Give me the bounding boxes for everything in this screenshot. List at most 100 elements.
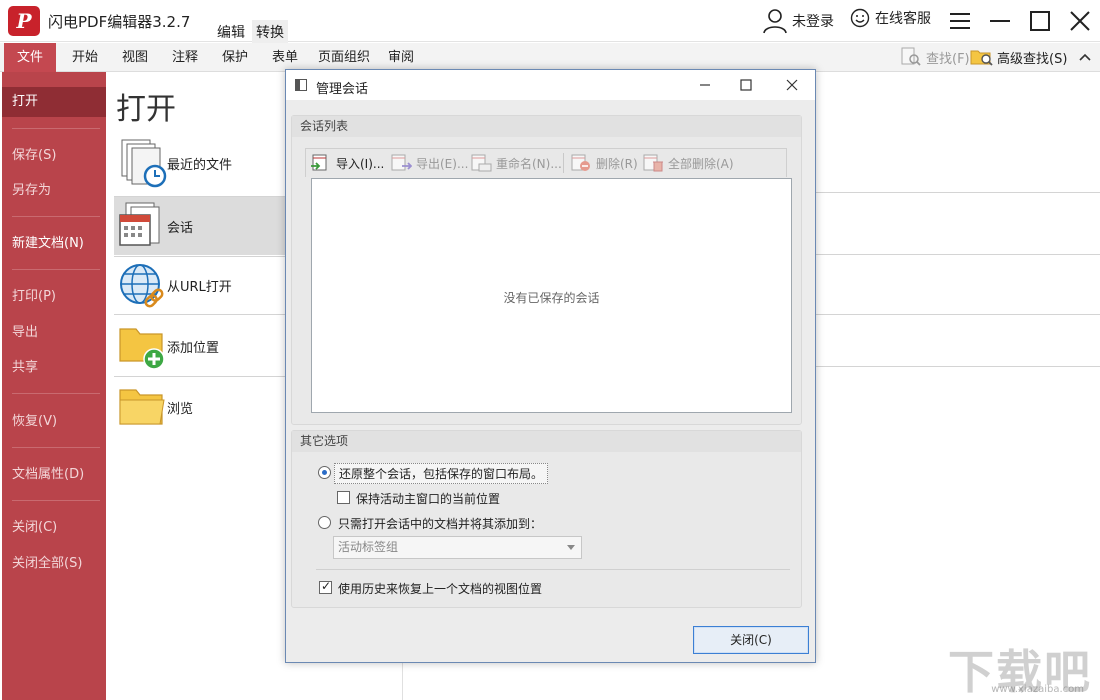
export-icon	[391, 154, 412, 171]
other-options-header: 其它选项	[292, 431, 801, 452]
session-list-header: 会话列表	[292, 116, 801, 137]
manage-sessions-dialog: 管理会话 会话列表 导入(I)... 导出(E)... 重命名(N)... 删除…	[285, 69, 816, 663]
dialog-maximize-icon[interactable]	[735, 75, 757, 95]
history-label[interactable]: 使用历史来恢复上一个文档的视图位置	[338, 580, 542, 597]
restore-all-radio[interactable]	[318, 466, 331, 479]
hamburger-menu-icon[interactable]	[946, 8, 974, 34]
menu-separator	[12, 128, 100, 129]
find-button[interactable]: 查找(F)	[900, 47, 970, 67]
support-label: 在线客服	[875, 11, 931, 27]
menu-close[interactable]: 关闭(C)	[2, 513, 106, 543]
open-item-label: 浏览	[167, 402, 194, 417]
open-item-label: 添加位置	[167, 341, 220, 356]
app-logo-icon: P	[8, 6, 40, 36]
open-item-label: 从URL打开	[167, 280, 232, 295]
watermark-url: www.xiazaiba.com	[991, 684, 1084, 695]
import-label: 导入(I)...	[336, 156, 385, 171]
menu-save-as[interactable]: 另存为	[2, 176, 106, 206]
advanced-find-button[interactable]: 高级查找(S)	[970, 47, 1067, 67]
open-separator	[114, 314, 294, 315]
open-only-label[interactable]: 只需打开会话中的文档并将其添加到：	[338, 515, 542, 532]
open-only-radio[interactable]	[318, 516, 331, 529]
tab-comment[interactable]: 注释	[166, 43, 204, 72]
open-item-sessions[interactable]: 会话	[114, 197, 294, 255]
delete-label: 删除(R)	[596, 156, 638, 171]
mode-tab-convert[interactable]: 转换	[252, 20, 288, 44]
delete-all-button[interactable]: 全部删除(A)	[642, 153, 734, 173]
online-support-button[interactable]: 在线客服	[850, 8, 931, 28]
tab-form[interactable]: 表单	[266, 43, 304, 72]
smiley-icon	[850, 8, 870, 28]
session-listbox[interactable]: 没有已保存的会话	[311, 178, 792, 413]
globe-link-icon	[120, 264, 164, 308]
folder-search-icon	[970, 50, 993, 66]
rename-icon	[471, 154, 492, 172]
import-button[interactable]: 导入(I)...	[310, 153, 384, 173]
file-menu-sidebar: 打开 保存(S) 另存为 新建文档(N) 打印(P) 导出 共享 恢复(V) 文…	[2, 72, 106, 700]
mode-tab-edit[interactable]: 编辑	[213, 20, 249, 44]
tab-page-organize[interactable]: 页面组织	[312, 43, 376, 72]
options-divider	[316, 569, 790, 570]
export-button[interactable]: 导出(E)...	[390, 153, 468, 173]
dialog-title-bar: 管理会话	[286, 70, 815, 100]
menu-share[interactable]: 共享	[2, 353, 106, 383]
tab-start[interactable]: 开始	[66, 43, 104, 72]
page-title: 打开	[116, 92, 176, 127]
rename-button[interactable]: 重命名(N)...	[470, 153, 562, 173]
menu-restore[interactable]: 恢复(V)	[2, 407, 106, 437]
collapse-ribbon-icon[interactable]	[1078, 51, 1092, 63]
menu-separator	[12, 216, 100, 217]
session-calendar-icon	[119, 202, 160, 246]
delete-button[interactable]: 删除(R)	[570, 153, 638, 173]
keep-position-checkbox[interactable]	[337, 491, 350, 504]
open-item-browse[interactable]: 浏览	[114, 378, 294, 436]
menu-save[interactable]: 保存(S)	[2, 141, 106, 171]
menu-close-all[interactable]: 关闭全部(S)	[2, 549, 106, 579]
user-icon	[763, 9, 787, 34]
close-dialog-button[interactable]: 关闭(C)	[693, 626, 809, 654]
login-button[interactable]: 未登录	[762, 8, 834, 34]
dialog-minimize-icon[interactable]	[694, 75, 716, 95]
delete-icon	[571, 154, 590, 171]
delete-all-label: 全部删除(A)	[668, 156, 734, 171]
open-separator	[114, 376, 294, 377]
empty-sessions-text: 没有已保存的会话	[503, 291, 600, 305]
tab-file[interactable]: 文件	[4, 43, 56, 72]
tab-protect[interactable]: 保护	[216, 43, 254, 72]
dialog-close-icon[interactable]	[781, 75, 803, 95]
tab-view[interactable]: 视图	[116, 43, 154, 72]
menu-separator	[12, 393, 100, 394]
menu-export[interactable]: 导出	[2, 318, 106, 348]
menu-separator	[12, 447, 100, 448]
import-icon	[311, 154, 327, 171]
dialog-window-icon	[295, 79, 307, 91]
tab-group-select-value: 活动标签组	[338, 540, 399, 554]
rename-label: 重命名(N)...	[496, 156, 562, 171]
menu-new-document[interactable]: 新建文档(N)	[2, 229, 106, 259]
keep-position-label[interactable]: 保持活动主窗口的当前位置	[356, 490, 500, 507]
open-item-add-location[interactable]: 添加位置	[114, 317, 294, 375]
recent-files-icon	[121, 139, 167, 188]
tab-group-select[interactable]: 活动标签组	[333, 536, 582, 559]
menu-document-properties[interactable]: 文档属性(D)	[2, 460, 106, 490]
login-label: 未登录	[792, 14, 834, 30]
open-item-label: 会话	[167, 221, 194, 236]
history-checkbox[interactable]	[319, 579, 332, 594]
close-window-icon[interactable]	[1066, 8, 1094, 34]
ribbon-tabs: 文件 开始 视图 注释 保护 表单 页面组织 审阅 查找(F) 高级查找(S)	[0, 43, 1100, 72]
minimize-icon[interactable]	[986, 8, 1014, 34]
menu-print[interactable]: 打印(P)	[2, 282, 106, 312]
tab-review[interactable]: 审阅	[382, 43, 420, 72]
chevron-down-icon	[567, 545, 575, 550]
open-item-from-url[interactable]: 从URL打开	[114, 256, 294, 314]
restore-all-label[interactable]: 还原整个会话，包括保存的窗口布局。	[334, 463, 549, 484]
maximize-icon[interactable]	[1026, 8, 1054, 34]
title-bar: P 闪电PDF编辑器3.2.7 编辑 转换 未登录 在线客服	[0, 0, 1100, 44]
find-document-icon	[901, 47, 921, 66]
find-label: 查找(F)	[926, 51, 970, 67]
session-toolbar: 导入(I)... 导出(E)... 重命名(N)... 删除(R) 全部删除(A…	[305, 148, 787, 177]
menu-open[interactable]: 打开	[2, 87, 106, 117]
dialog-title: 管理会话	[316, 82, 369, 97]
open-item-recent-files[interactable]: 最近的文件	[114, 134, 294, 192]
app-title: 闪电PDF编辑器3.2.7	[48, 13, 191, 31]
